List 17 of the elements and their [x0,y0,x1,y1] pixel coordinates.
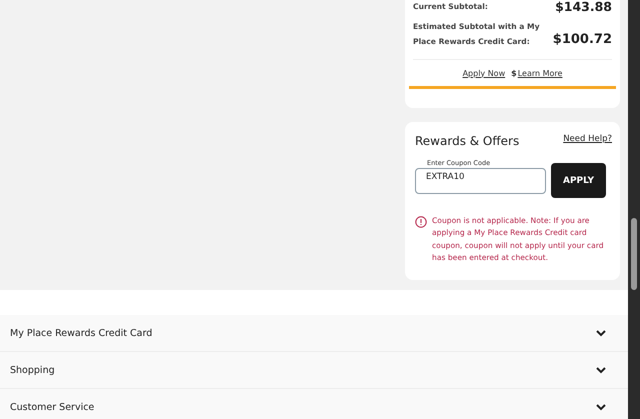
footer-accordion-item[interactable]: My Place Rewards Credit Card [0,315,628,352]
chevron-icon [596,366,606,374]
need-help-link[interactable]: Need Help? [563,134,612,144]
footer-accordion-item[interactable]: Customer Service [0,389,628,419]
chevron-icon [596,330,606,336]
footer-accordion-item[interactable]: Shopping [0,352,628,389]
chevron-icon [596,404,606,410]
subtotal-value: $143.88 [555,0,612,14]
apply-now-link[interactable]: Apply Now [462,68,506,78]
rewards-title: Rewards & Offers [415,134,520,148]
apply-button[interactable]: APPLY [551,163,606,198]
dollar-icon: $ [511,68,517,78]
learn-more-link[interactable]: Learn More [518,68,562,78]
alert-icon [415,216,427,228]
estimated-subtotal-value: $100.72 [552,32,612,49]
scrollbar[interactable] [628,0,640,419]
coupon-field[interactable]: EXTRA10 [415,168,546,194]
